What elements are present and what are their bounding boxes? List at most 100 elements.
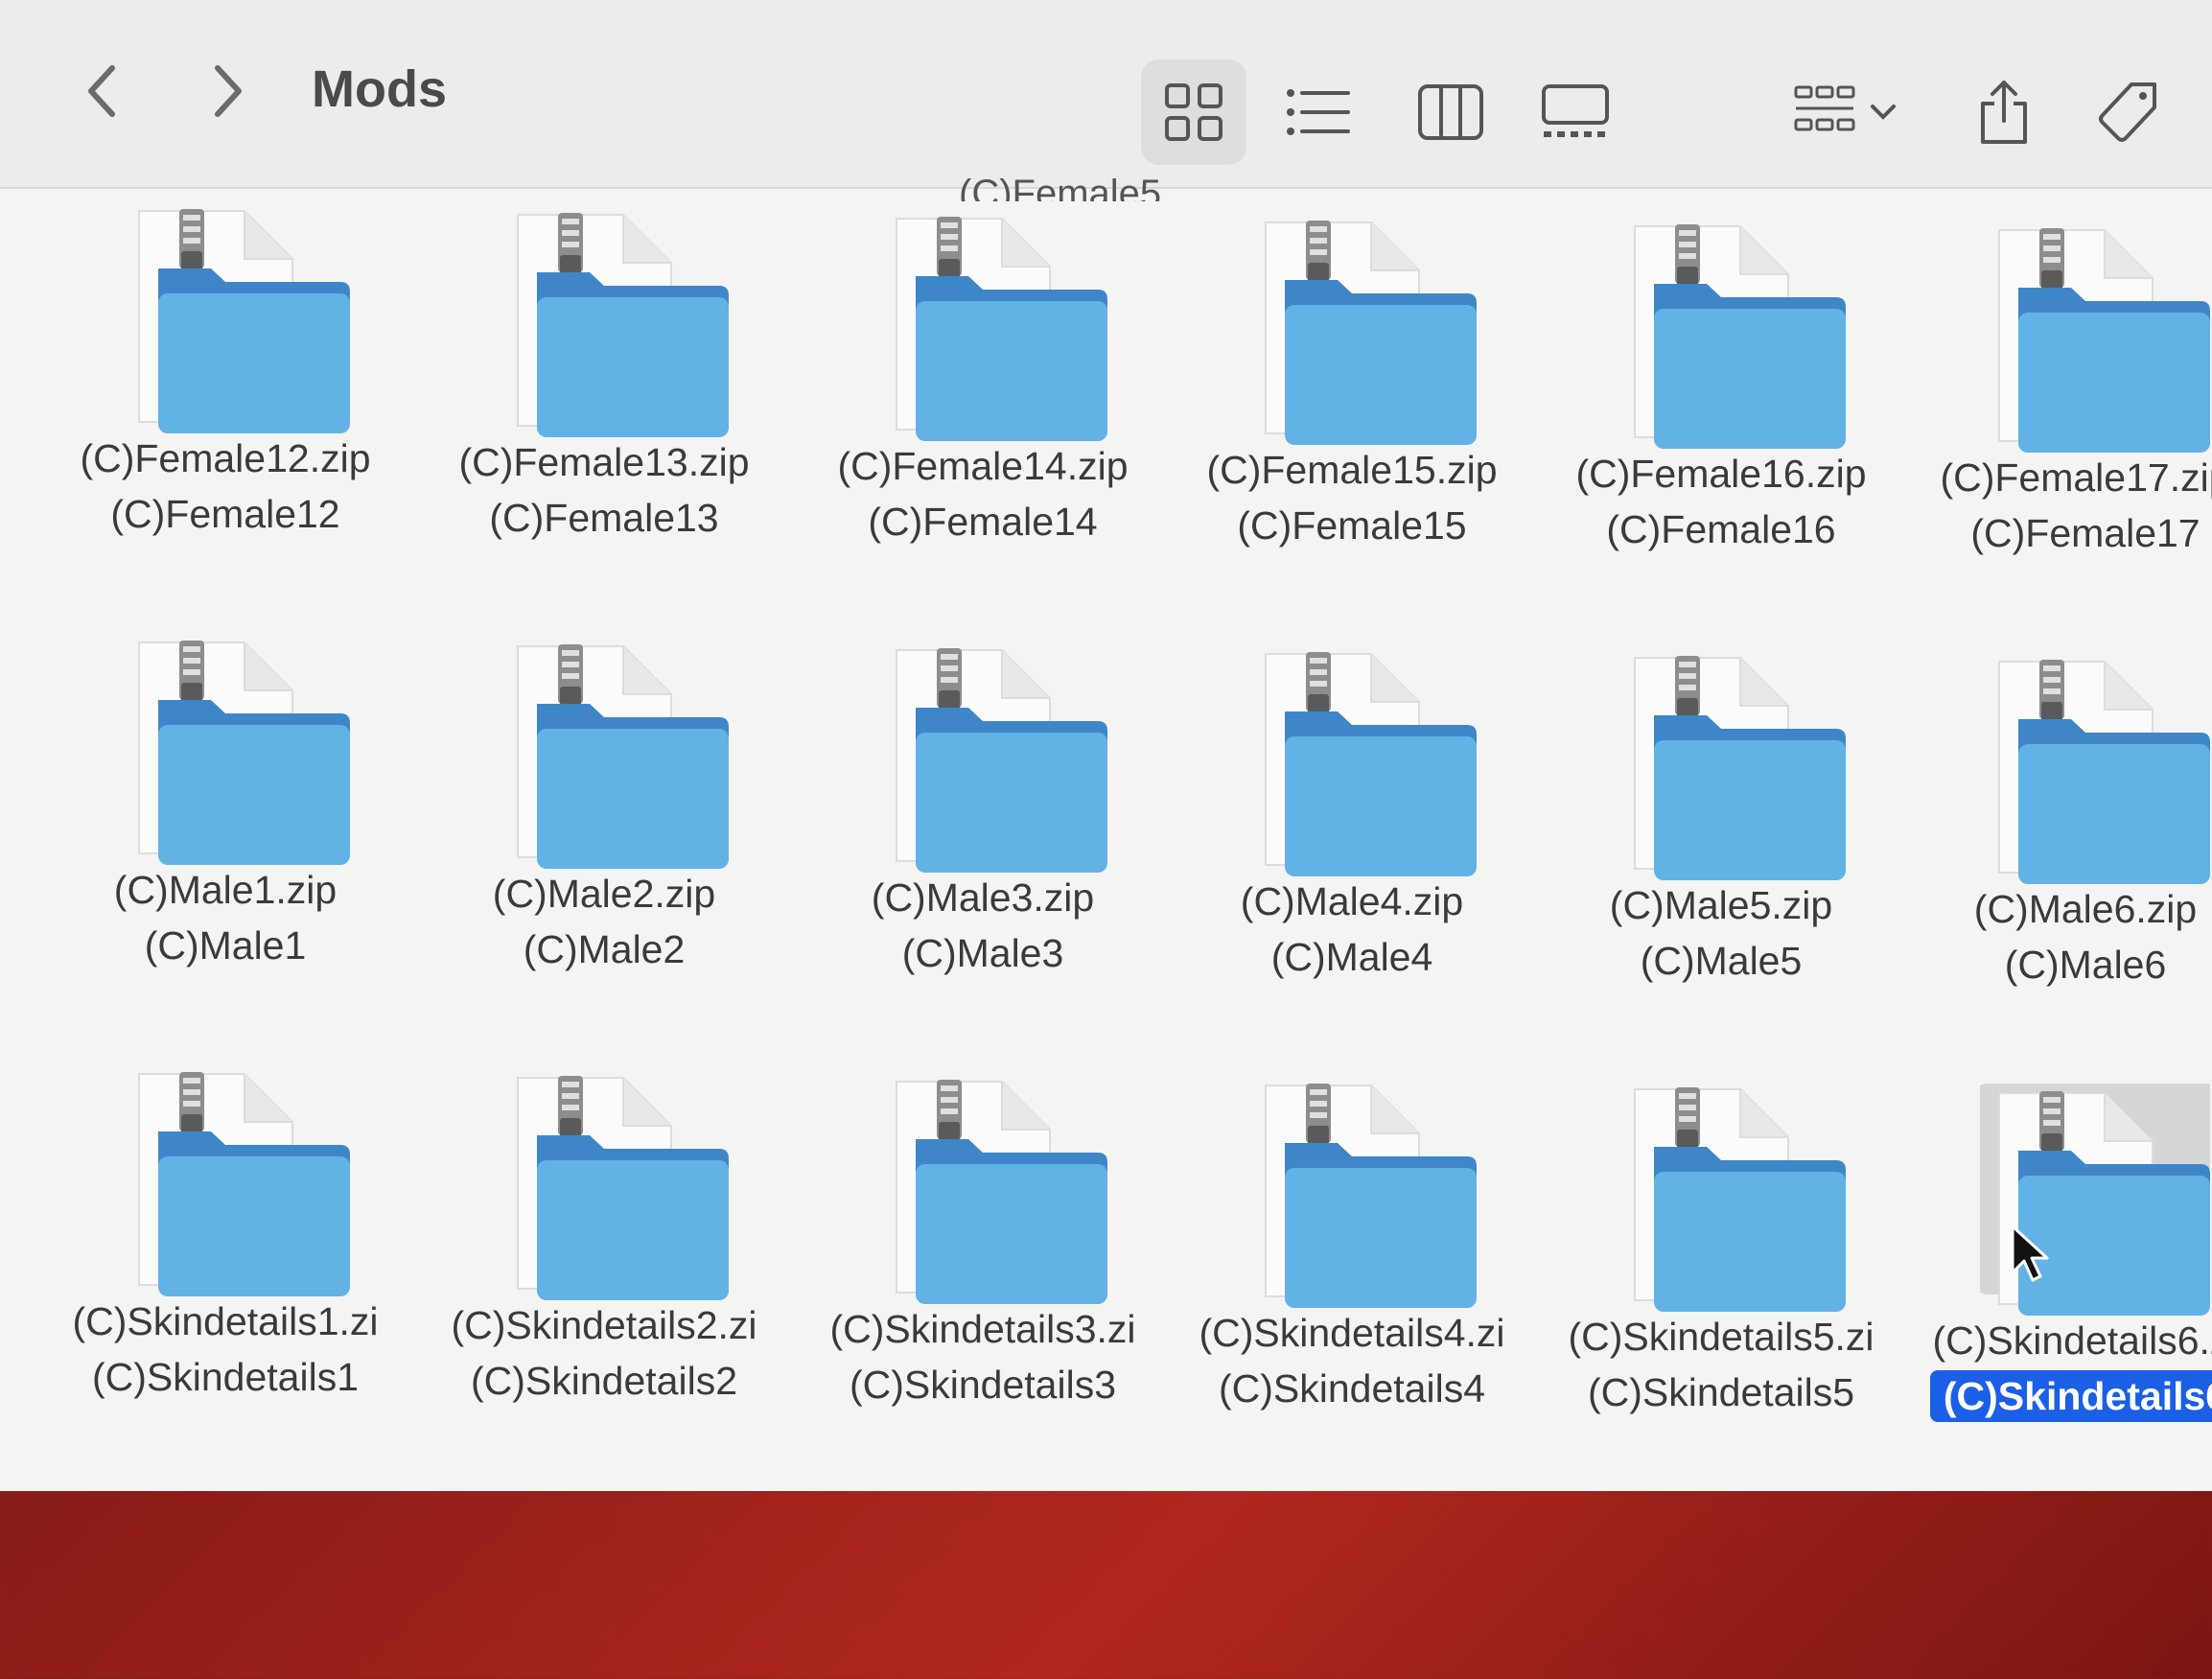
file-name-zip: (C)Male1.zip bbox=[113, 868, 338, 912]
file-name-zip: (C)Male3.zip bbox=[871, 875, 1095, 920]
file-icon bbox=[1616, 217, 1846, 476]
folder-name: (C)Male2 bbox=[417, 927, 791, 972]
folder-name: (C)Male6 bbox=[1898, 943, 2212, 988]
zip-folder-icon bbox=[517, 213, 729, 437]
folder-name: (C)Female16 bbox=[1534, 507, 1908, 552]
file-icon bbox=[1246, 213, 1477, 472]
list-view-button[interactable] bbox=[1266, 59, 1371, 165]
tag-button[interactable] bbox=[2076, 59, 2181, 165]
file-name-zip: (C)Female14.zip bbox=[837, 444, 1129, 488]
zip-folder-icon bbox=[138, 209, 350, 433]
zip-folder-icon bbox=[896, 1080, 1107, 1304]
folder-name-text: (C)Female13 bbox=[489, 496, 719, 540]
zip-folder-icon bbox=[1998, 660, 2210, 884]
chevron-down-icon bbox=[1871, 105, 1896, 120]
file-item[interactable]: (C)Skindetails6.zi (C)Skindetails6 bbox=[1898, 1084, 2212, 1486]
share-button[interactable] bbox=[1951, 59, 2057, 165]
file-icon bbox=[499, 205, 729, 464]
folder-name-text: (C)Skindetails6 bbox=[1929, 1370, 2212, 1422]
file-icon bbox=[120, 201, 350, 460]
file-item[interactable]: (C)Female13.zip (C)Female13 bbox=[417, 205, 791, 608]
folder-name: (C)Male3 bbox=[796, 931, 1170, 976]
folder-name-text: (C)Skindetails4 bbox=[1219, 1366, 1485, 1411]
zip-folder-icon bbox=[896, 217, 1107, 441]
file-icon bbox=[499, 637, 729, 896]
folder-name-text: (C)Female17 bbox=[1970, 511, 2200, 555]
file-item[interactable]: (C)Female12.zip (C)Female12 bbox=[38, 201, 412, 604]
folder-name-text: (C)Female12 bbox=[110, 492, 340, 536]
file-item[interactable]: (C)Female14.zip (C)Female14 bbox=[796, 209, 1170, 612]
file-item[interactable]: (C)Skindetails2.zi (C)Skindetails2 bbox=[417, 1068, 791, 1471]
file-icon bbox=[1980, 221, 2210, 479]
folder-name: (C)Skindetails5 bbox=[1534, 1370, 1908, 1415]
group-by-button[interactable] bbox=[1774, 59, 1918, 165]
folder-name-text: (C)Male1 bbox=[144, 923, 307, 968]
file-name-zip: (C)Male4.zip bbox=[1240, 879, 1464, 923]
folder-name: (C)Skindetails1 bbox=[38, 1355, 412, 1400]
forward-button[interactable] bbox=[189, 53, 266, 129]
file-item[interactable]: (C)Skindetails1.zi (C)Skindetails1 bbox=[38, 1064, 412, 1467]
file-name-zip: (C)Female12.zip bbox=[80, 436, 371, 480]
share-icon bbox=[1981, 81, 2027, 144]
file-item[interactable]: (C)Male2.zip (C)Male2 bbox=[417, 637, 791, 1039]
zip-folder-icon bbox=[1265, 652, 1477, 876]
file-name-zip: (C)Male2.zip bbox=[492, 872, 716, 916]
folder-name-text: (C)Male2 bbox=[523, 927, 686, 971]
folder-name: (C)Skindetails2 bbox=[417, 1359, 791, 1404]
cursor-icon bbox=[2011, 1224, 2049, 1282]
icon-view-button[interactable] bbox=[1141, 59, 1246, 165]
file-name-zip: (C)Skindetails4.zi bbox=[1199, 1311, 1505, 1355]
file-name-zip: (C)Skindetails2.zi bbox=[451, 1303, 757, 1347]
file-name-zip: (C)Skindetails3.zi bbox=[829, 1307, 1136, 1351]
file-name-zip: (C)Male5.zip bbox=[1609, 883, 1833, 927]
file-item[interactable]: (C)Female17.zip (C)Female17 bbox=[1898, 221, 2212, 623]
file-icon bbox=[877, 1072, 1107, 1331]
folder-name: (C)Female17 bbox=[1898, 511, 2212, 556]
file-item[interactable]: (C)Skindetails5.zi (C)Skindetails5 bbox=[1534, 1080, 1908, 1482]
folder-name: (C)Skindetails4 bbox=[1165, 1366, 1539, 1411]
toolbar: Mods bbox=[0, 0, 2212, 189]
folder-name-text: (C)Skindetails5 bbox=[1588, 1370, 1854, 1414]
grid-view-icon bbox=[1165, 83, 1222, 141]
file-name-zip: (C)Skindetails6.zi bbox=[1932, 1318, 2212, 1363]
file-item[interactable]: (C)Male4.zip (C)Male4 bbox=[1165, 644, 1539, 1047]
folder-name: (C)Female15 bbox=[1165, 503, 1539, 548]
zip-folder-icon bbox=[1634, 1087, 1846, 1312]
file-item[interactable]: (C)Male3.zip (C)Male3 bbox=[796, 641, 1170, 1043]
file-name-zip: (C)Female16.zip bbox=[1575, 452, 1867, 496]
zip-folder-icon bbox=[1634, 224, 1846, 449]
back-button[interactable] bbox=[64, 53, 141, 129]
folder-name-text: (C)Female16 bbox=[1606, 507, 1836, 551]
file-name-zip: (C)Female15.zip bbox=[1206, 448, 1498, 492]
file-item[interactable]: (C)Male5.zip (C)Male5 bbox=[1534, 648, 1908, 1051]
folder-name: (C)Male4 bbox=[1165, 935, 1539, 980]
zip-folder-icon bbox=[517, 644, 729, 869]
zip-folder-icon bbox=[138, 1072, 350, 1296]
file-icon bbox=[877, 209, 1107, 468]
file-item[interactable]: (C)Male1.zip (C)Male1 bbox=[38, 633, 412, 1036]
file-item[interactable]: (C)Female16.zip (C)Female16 bbox=[1534, 217, 1908, 619]
file-item[interactable]: (C)Skindetails3.zi (C)Skindetails3 bbox=[796, 1072, 1170, 1475]
folder-name: (C)Male1 bbox=[38, 923, 412, 968]
file-icon bbox=[499, 1068, 729, 1327]
zip-folder-icon bbox=[138, 641, 350, 865]
folder-name-text: (C)Male6 bbox=[2004, 943, 2167, 987]
list-view-icon bbox=[1287, 89, 1350, 135]
folder-name: (C)Female13 bbox=[417, 496, 791, 541]
file-name-zip: (C)Skindetails1.zi bbox=[72, 1299, 379, 1343]
folder-name: (C)Skindetails3 bbox=[796, 1363, 1170, 1408]
file-item[interactable]: (C)Female15.zip (C)Female15 bbox=[1165, 213, 1539, 616]
finder-window: Mods (C)Female5 (C)Female12.zip (C)Femal… bbox=[0, 0, 2212, 1491]
folder-name: (C)Female12 bbox=[38, 492, 412, 537]
column-view-button[interactable] bbox=[1398, 59, 1503, 165]
file-item[interactable]: (C)Skindetails4.zi (C)Skindetails4 bbox=[1165, 1076, 1539, 1479]
group-grid-icon bbox=[1794, 85, 1855, 131]
chevron-right-icon bbox=[215, 65, 242, 117]
file-item[interactable]: (C)Male6.zip (C)Male6 bbox=[1898, 652, 2212, 1055]
file-icon bbox=[120, 1064, 350, 1323]
chevron-left-icon bbox=[88, 65, 115, 117]
zip-folder-icon bbox=[517, 1076, 729, 1300]
gallery-view-button[interactable] bbox=[1523, 59, 1628, 165]
file-icon bbox=[120, 633, 350, 892]
folder-name-text: (C)Female14 bbox=[868, 500, 1098, 544]
